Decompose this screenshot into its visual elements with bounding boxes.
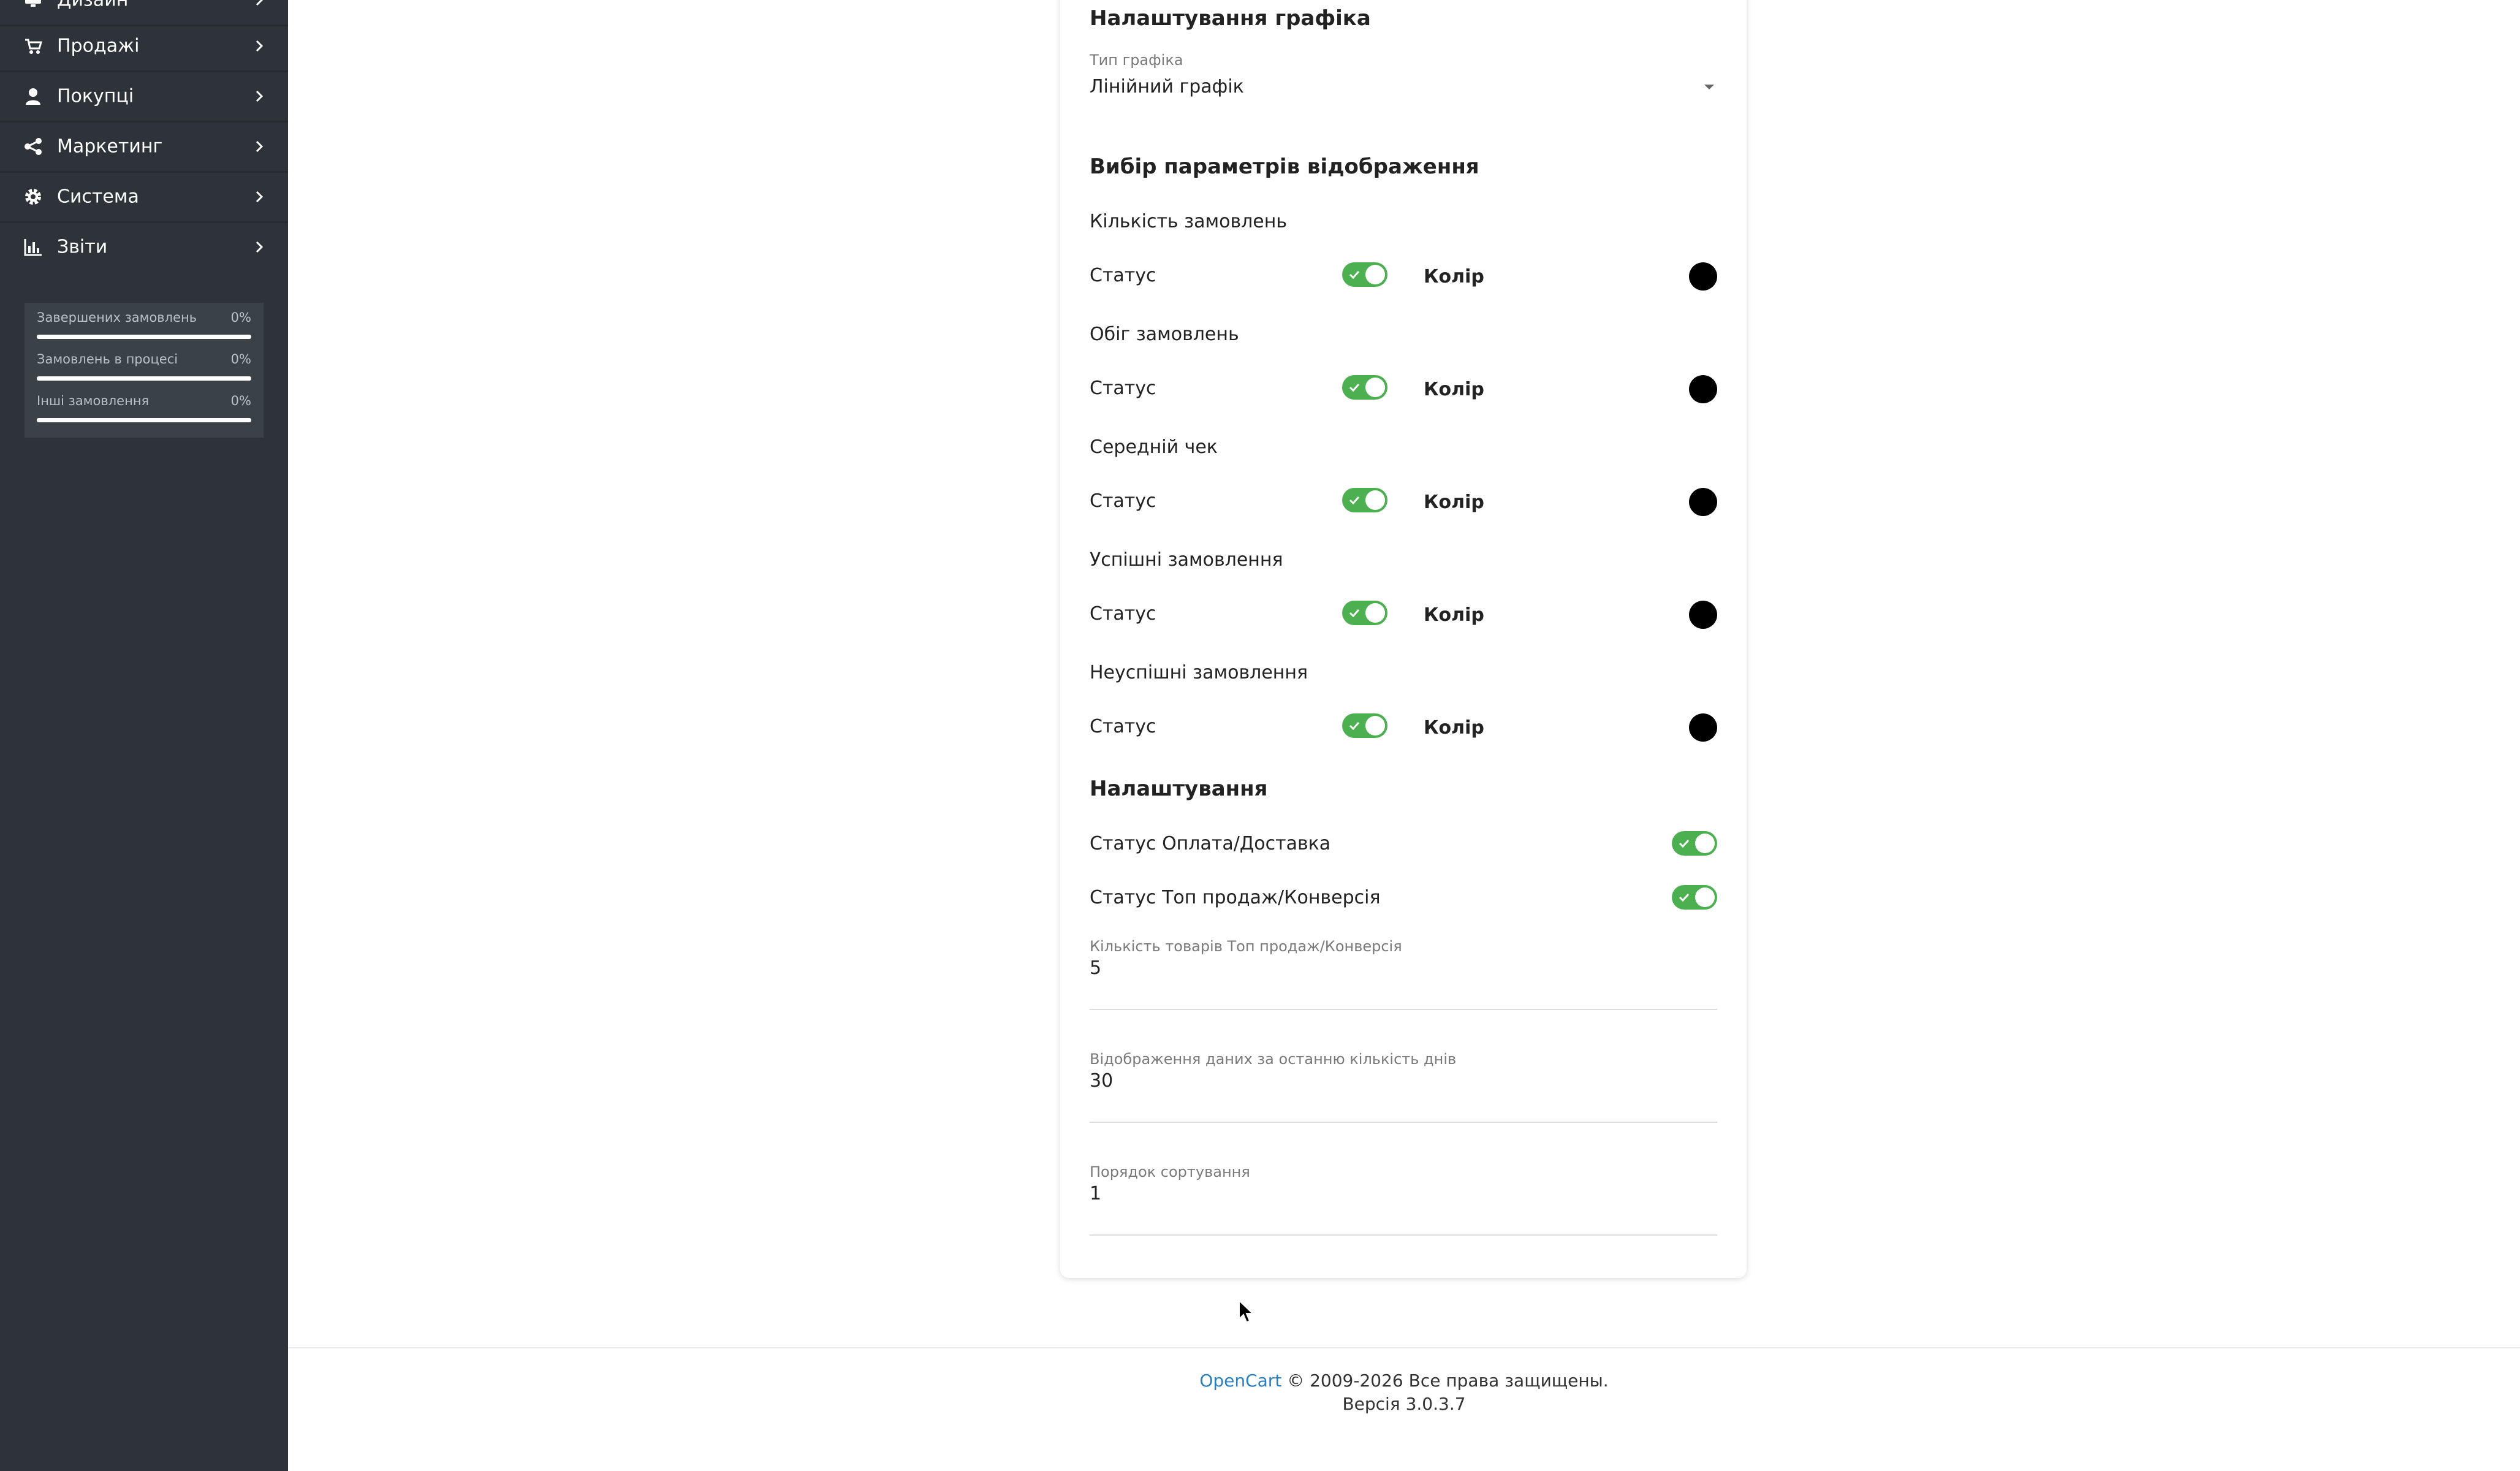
sort-order-underline	[1090, 1234, 1717, 1236]
progress-bar	[37, 376, 251, 381]
metric-color-label: Колір	[1424, 604, 1484, 626]
metric-status-label: Статус	[1090, 490, 1156, 512]
settings-card: Налаштування графіка Тип графіка Лінійни…	[1060, 0, 1747, 1278]
settings-title: Налаштування	[1090, 777, 1268, 801]
cart-icon	[25, 39, 43, 54]
progress-label: Замовлень в процесі	[37, 352, 178, 367]
metric-name: Кількість замовлень	[1090, 211, 1288, 232]
sidebar-item-label: Покупці	[57, 85, 134, 107]
mouse-cursor-icon	[1239, 1299, 1254, 1323]
metric-status-label: Статус	[1090, 603, 1156, 625]
top-sales-toggle[interactable]	[1672, 885, 1717, 910]
metric-status-toggle[interactable]	[1342, 713, 1387, 738]
top-count-input[interactable]: 5	[1090, 957, 1717, 984]
chevron-right-icon	[256, 140, 264, 153]
caret-down-icon	[1704, 85, 1714, 89]
sidebar-item-reports[interactable]: Звіти	[0, 222, 288, 272]
progress-bar	[37, 418, 251, 422]
bar-chart-icon	[24, 239, 42, 256]
sidebar: Дизайн Продажі Покупці Маркетинг Система…	[0, 0, 288, 1471]
copyright-text: © 2009-2026 Все права защищены.	[1281, 1370, 1609, 1391]
top-count-label: Кількість товарів Топ продаж/Конверсія	[1090, 938, 1402, 955]
progress-label: Інші замовлення	[37, 393, 150, 408]
top-sales-status-label: Статус Топ продаж/Конверсія	[1090, 887, 1381, 908]
progress-other: Інші замовлення 0%	[37, 387, 251, 428]
chevron-right-icon	[256, 191, 264, 203]
progress-value: 0%	[230, 352, 251, 367]
sidebar-item-label: Звіти	[57, 236, 108, 258]
user-icon	[26, 88, 40, 105]
top-count-underline	[1090, 1009, 1717, 1010]
sidebar-item-customers[interactable]: Покупці	[0, 72, 288, 123]
metric-color-swatch[interactable]	[1689, 262, 1717, 291]
progress-value: 0%	[230, 310, 251, 325]
chevron-right-icon	[256, 0, 264, 6]
days-underline	[1090, 1122, 1717, 1123]
payment-delivery-toggle[interactable]	[1672, 831, 1717, 856]
sidebar-item-label: Продажі	[57, 35, 140, 57]
metric-name: Середній чек	[1090, 436, 1218, 458]
days-input[interactable]: 30	[1090, 1070, 1717, 1097]
metric-color-swatch[interactable]	[1689, 601, 1717, 629]
footer-divider	[288, 1347, 2520, 1348]
chart-settings-title: Налаштування графіка	[1090, 6, 1371, 31]
check-icon	[1679, 839, 1690, 848]
sidebar-item-label: Система	[57, 186, 139, 208]
chart-type-select[interactable]: Лінійний графік	[1090, 74, 1717, 104]
metric-status-label: Статус	[1090, 378, 1156, 399]
sidebar-item-sales[interactable]: Продажі	[0, 21, 288, 72]
sort-order-label: Порядок сортування	[1090, 1163, 1250, 1180]
chevron-right-icon	[256, 40, 264, 52]
days-label: Відображення даних за останню кількість …	[1090, 1051, 1457, 1068]
metric-color-label: Колір	[1424, 379, 1484, 400]
check-icon	[1679, 893, 1690, 902]
metric-status-toggle[interactable]	[1342, 488, 1387, 512]
share-icon	[25, 138, 42, 155]
metric-color-label: Колір	[1424, 266, 1484, 287]
check-icon	[1349, 721, 1360, 731]
metric-status-label: Статус	[1090, 265, 1156, 286]
order-progress-panel: Завершених замовлень 0% Замовлень в проц…	[25, 303, 264, 438]
check-icon	[1349, 496, 1360, 505]
metric-color-swatch[interactable]	[1689, 713, 1717, 742]
chart-type-label: Тип графіка	[1090, 51, 1183, 69]
metric-status-toggle[interactable]	[1342, 375, 1387, 400]
progress-in-process: Замовлень в процесі 0%	[37, 346, 251, 386]
chevron-right-icon	[256, 90, 264, 102]
sidebar-item-label: Дизайн	[57, 0, 129, 11]
chevron-right-icon	[256, 241, 264, 253]
sidebar-item-marketing[interactable]: Маркетинг	[0, 122, 288, 173]
gear-icon	[25, 189, 41, 205]
footer-copyright: OpenCart © 2009-2026 Все права защищены.	[288, 1370, 2520, 1391]
metric-status-toggle[interactable]	[1342, 601, 1387, 625]
sort-order-input[interactable]: 1	[1090, 1183, 1717, 1210]
sidebar-item-system[interactable]: Система	[0, 172, 288, 223]
metric-color-label: Колір	[1424, 492, 1484, 513]
footer-version: Версія 3.0.3.7	[1342, 1394, 1466, 1414]
check-icon	[1349, 383, 1360, 392]
check-icon	[1349, 609, 1360, 618]
metric-name: Неуспішні замовлення	[1090, 662, 1308, 683]
metric-name: Обіг замовлень	[1090, 324, 1239, 345]
progress-bar	[37, 335, 251, 339]
metric-status-label: Статус	[1090, 716, 1156, 737]
check-icon	[1349, 270, 1360, 279]
payment-delivery-status-label: Статус Оплата/Доставка	[1090, 833, 1331, 854]
opencart-link[interactable]: OpenCart	[1199, 1370, 1281, 1391]
metric-color-label: Колір	[1424, 717, 1484, 739]
metric-color-swatch[interactable]	[1689, 488, 1717, 516]
progress-label: Завершених замовлень	[37, 310, 197, 325]
chart-type-value: Лінійний графік	[1090, 76, 1244, 97]
metric-status-toggle[interactable]	[1342, 262, 1387, 287]
progress-completed: Завершених замовлень 0%	[37, 304, 251, 344]
display-params-title: Вибір параметрів відображення	[1090, 154, 1479, 179]
metric-name: Успішні замовлення	[1090, 549, 1283, 571]
progress-value: 0%	[230, 393, 251, 408]
desktop-icon	[25, 0, 41, 7]
metric-color-swatch[interactable]	[1689, 375, 1717, 403]
sidebar-item-label: Маркетинг	[57, 135, 163, 158]
